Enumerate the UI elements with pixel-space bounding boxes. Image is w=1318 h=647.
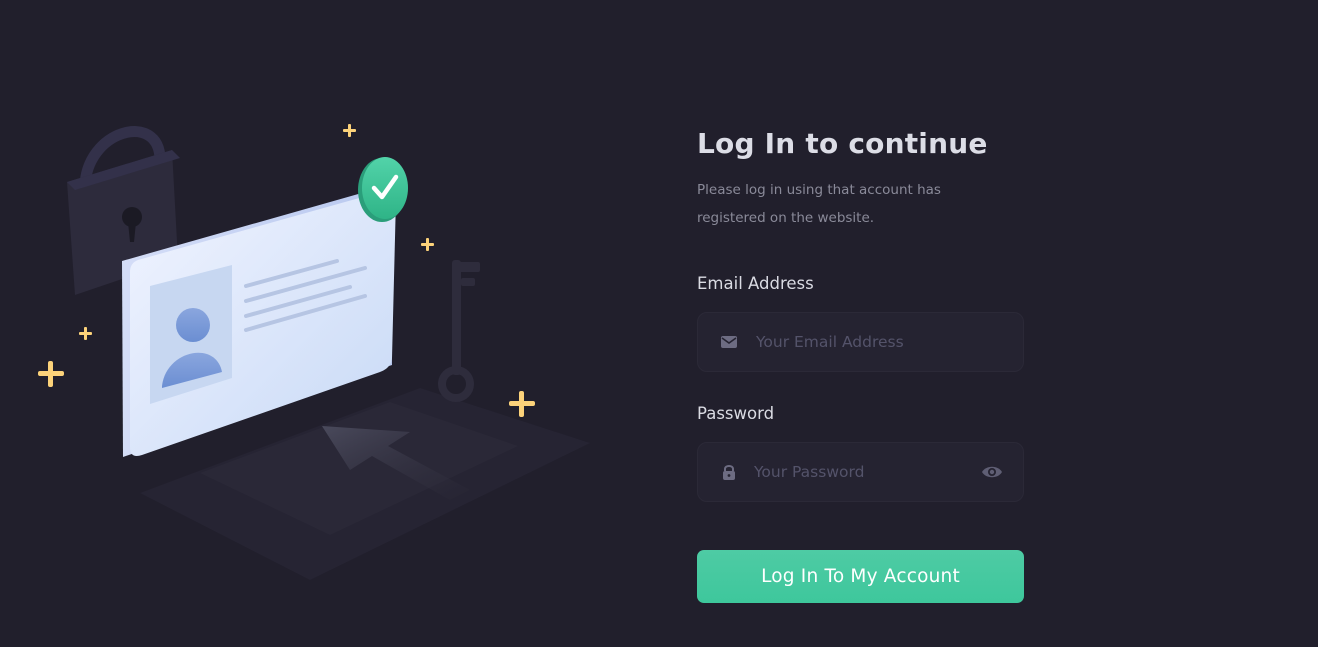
- password-field[interactable]: [697, 442, 1024, 502]
- key-icon: [438, 260, 480, 402]
- login-page: Log In to continue Please log in using t…: [0, 0, 1318, 647]
- password-label: Password: [697, 404, 775, 423]
- eye-icon[interactable]: [981, 463, 1003, 481]
- lock-icon: [723, 465, 735, 480]
- login-form: Log In to continue Please log in using t…: [697, 126, 1024, 603]
- checkmark-badge-icon: [358, 157, 408, 222]
- password-input[interactable]: [754, 443, 964, 501]
- security-illustration: [38, 124, 590, 580]
- email-input[interactable]: [756, 313, 966, 371]
- email-field[interactable]: [697, 312, 1024, 372]
- page-subtitle: Please log in using that account has reg…: [697, 182, 941, 226]
- mail-icon: [721, 336, 737, 348]
- login-button[interactable]: Log In To My Account: [697, 550, 1024, 603]
- page-title: Log In to continue: [697, 127, 988, 160]
- email-label: Email Address: [697, 274, 814, 293]
